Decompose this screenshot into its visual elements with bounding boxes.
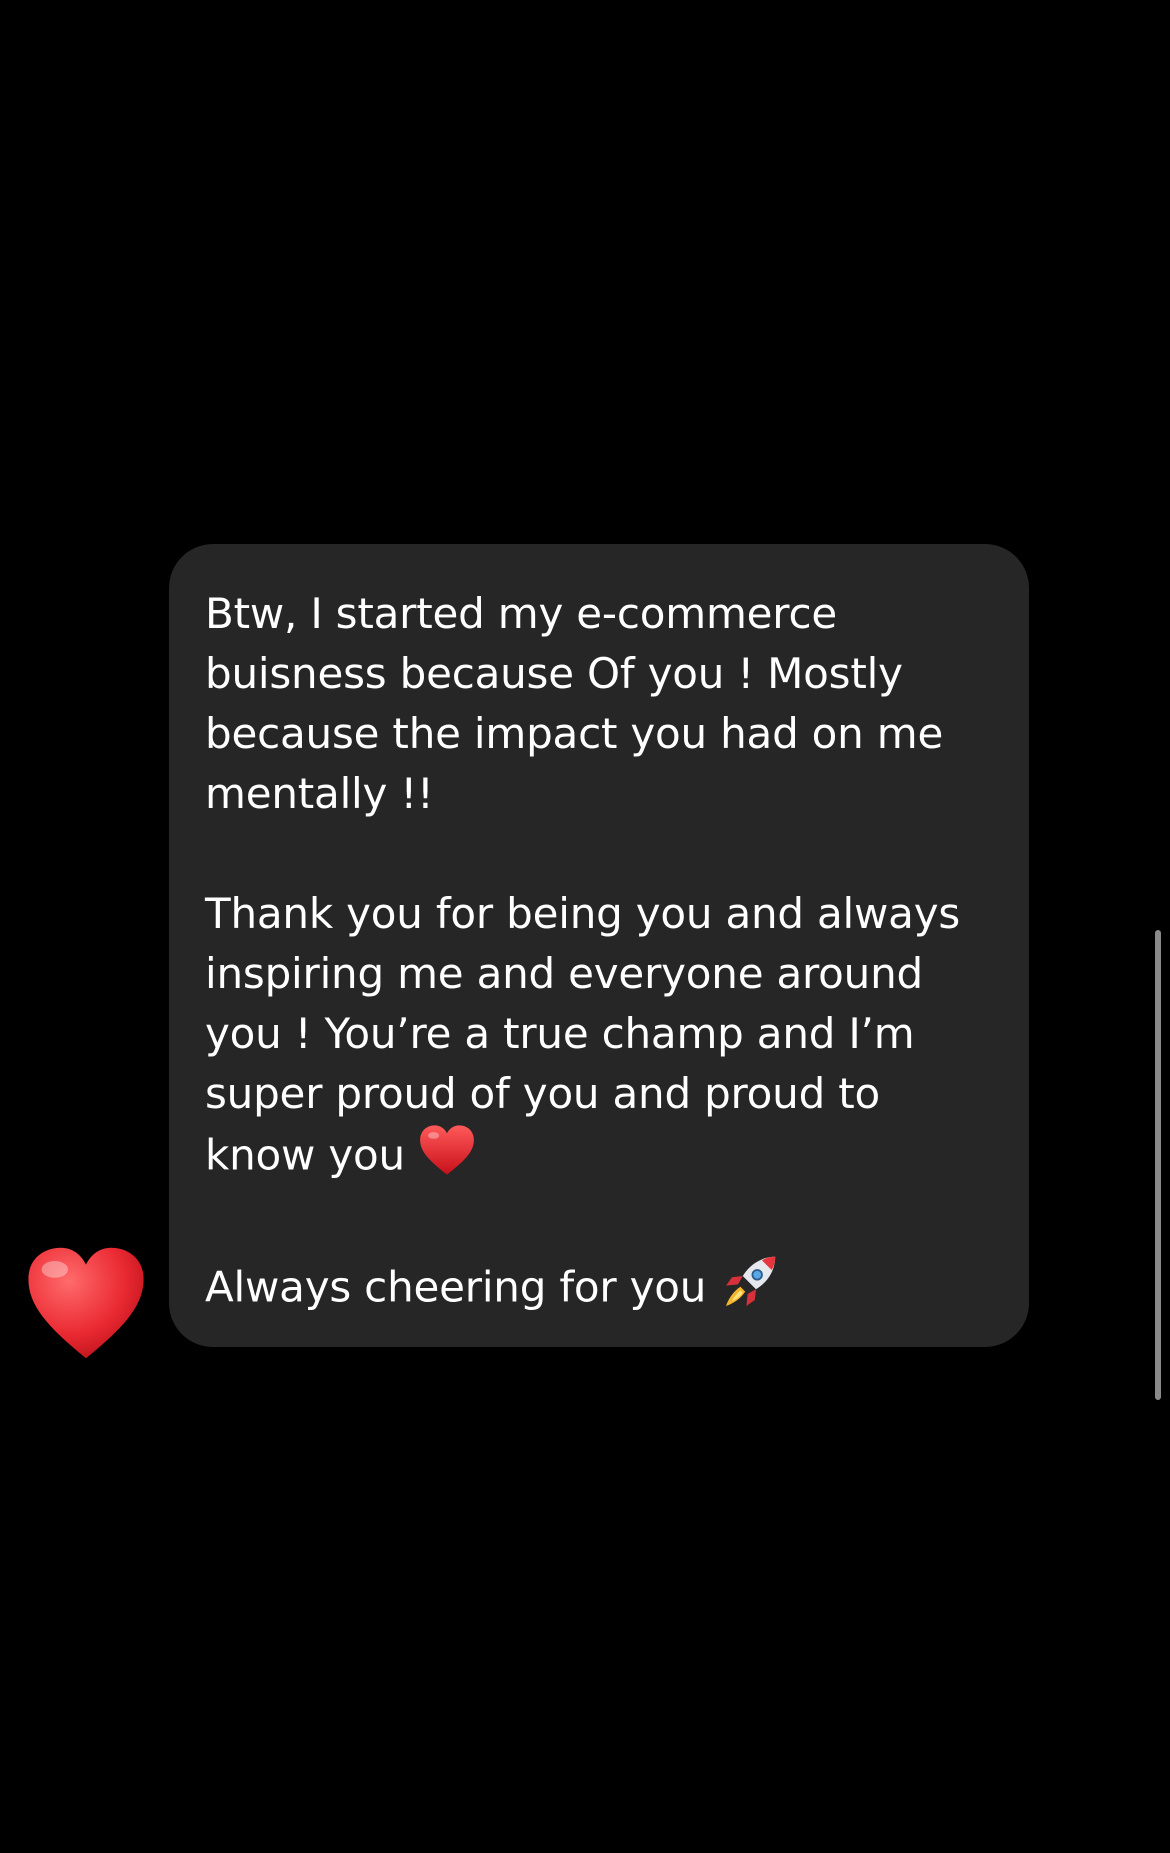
message-text: Always cheering for you — [205, 1262, 707, 1312]
heart-reaction-icon[interactable] — [26, 1243, 146, 1363]
message-paragraph: Thank you for being you and always inspi… — [205, 884, 985, 1192]
message-paragraph: Always cheering for you — [205, 1252, 985, 1328]
heart-icon — [419, 1124, 475, 1192]
message-bubble[interactable]: Btw, I started my e-commerce buisness be… — [169, 544, 1029, 1347]
message-text: Thank you for being you and always inspi… — [205, 889, 961, 1180]
scrollbar[interactable] — [1155, 930, 1161, 1400]
rocket-icon — [720, 1252, 780, 1328]
message-paragraph: Btw, I started my e-commerce buisness be… — [205, 589, 944, 818]
